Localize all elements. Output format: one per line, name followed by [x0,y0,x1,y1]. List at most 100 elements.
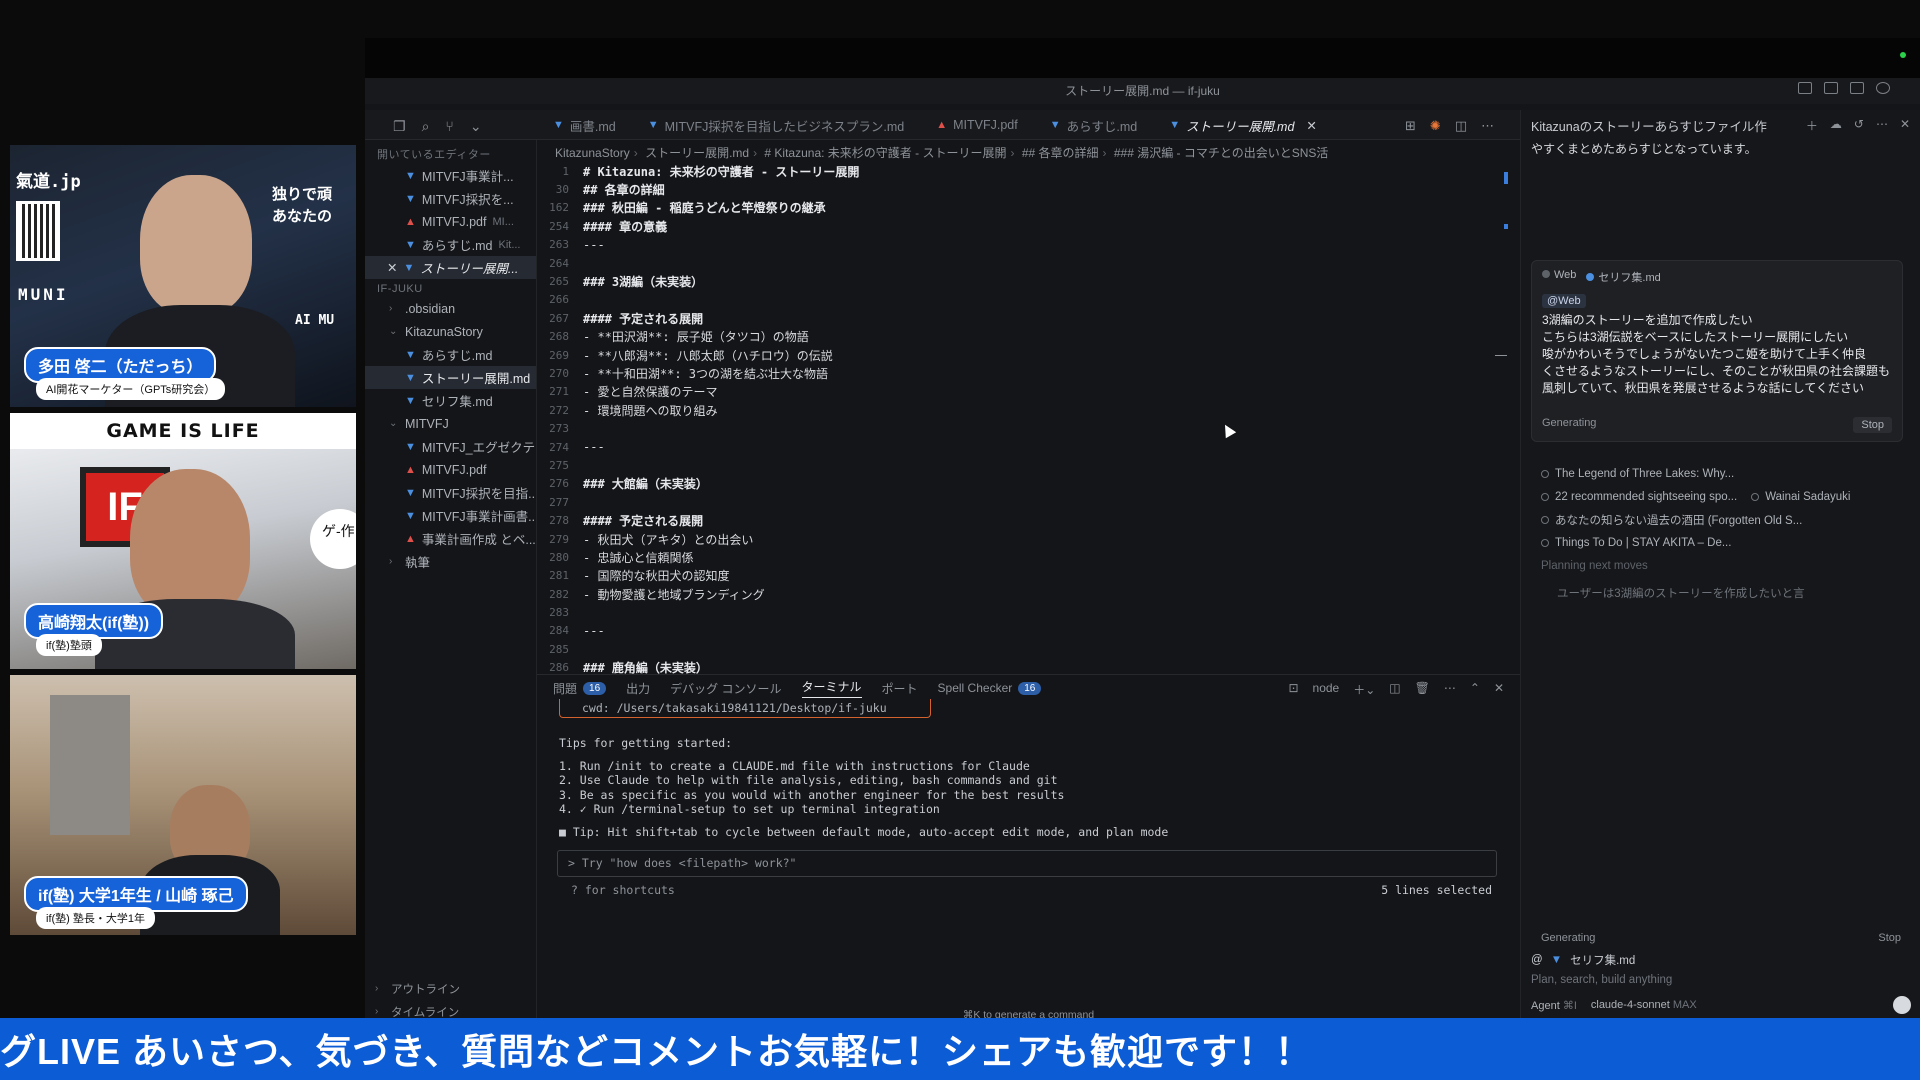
new-chat-icon[interactable]: ＋ [1806,117,1818,134]
more-icon[interactable]: ⋯ [1444,681,1456,698]
agent-mode-select[interactable]: Agent ⌘I [1531,999,1577,1012]
close-icon[interactable]: ✕ [1900,117,1910,134]
code-line[interactable]: 282 - 動物愛護と地域ブランディング [537,585,1520,603]
tree-file[interactable]: ▲ MITVFJ.pdf [365,458,536,481]
panel-tab-output[interactable]: 出力 [626,680,650,697]
code-line[interactable]: 270 - **十和田湖**: 3つの湖を結ぶ壮大な物語 [537,364,1520,382]
web-result[interactable]: あなたの知らない過去の酒田 (Forgotten Old S... [1541,508,1911,531]
tree-folder[interactable]: › 執筆 [365,550,536,573]
stop-button[interactable]: Stop [1853,417,1892,433]
search-icon[interactable]: ⌕ [422,118,430,135]
open-preview-icon[interactable]: ⊞ [1405,118,1416,134]
tab-arasuji[interactable]: ▼ あらすじ.md [1034,110,1153,140]
settings-icon[interactable] [1876,82,1890,94]
stop-button[interactable]: Stop [1878,932,1901,944]
code-line[interactable]: 162 ### 秋田編 - 稲庭うどんと竿燈祭りの継承 [537,199,1520,217]
tab-mitvfj-pdf[interactable]: ▲ MITVFJ.pdf [920,110,1033,140]
code-line[interactable]: 272 - 環境問題への取り組み [537,401,1520,419]
code-line[interactable]: 265 ### 3湖編（未実装） [537,272,1520,290]
context-file[interactable]: セリフ集.md [1570,952,1635,968]
panel-tab-ports[interactable]: ポート [882,680,918,697]
code-line[interactable]: 285 [537,640,1520,658]
terminal-icon[interactable]: ⊡ [1288,681,1298,698]
toggle-panel-icon[interactable] [1824,82,1838,94]
open-editors-header[interactable]: 開いているエディター [365,144,536,164]
code-line[interactable]: 269 - **八郎潟**: 八郎太郎（ハチロウ）の伝説 [537,346,1520,364]
tree-folder[interactable]: › .obsidian [365,297,536,320]
tree-file[interactable]: ▼ MITVFJ_エグゼクテ... [365,435,536,458]
breadcrumb-item[interactable]: ストーリー展開.md [645,146,749,160]
source-control-icon[interactable]: ⑂ [445,118,453,135]
chat-title[interactable]: Kitazunaのストーリーあらすじファイル作 [1531,116,1767,135]
breadcrumb-item[interactable]: ## 各章の詳細 [1022,146,1099,160]
scrollbar-markers[interactable] [1504,162,1508,672]
breadcrumb-item[interactable]: # Kitazuna: 未来杉の守護者 - ストーリー展開 [764,146,1006,160]
code-line[interactable]: 266 [537,291,1520,309]
close-icon[interactable]: ✕ [1494,681,1504,698]
code-line[interactable]: 1 # Kitazuna: 未来杉の守護者 - ストーリー展開 [537,162,1520,180]
breadcrumb-item[interactable]: KitazunaStory [555,146,630,160]
more-icon[interactable]: ⋯ [1876,117,1888,134]
code-line[interactable]: 271 - 愛と自然保護のテーマ [537,383,1520,401]
panel-tab-problems[interactable]: 問題 16 [553,680,607,697]
code-line[interactable]: 274 --- [537,438,1520,456]
breadcrumb-item[interactable]: ### 湯沢編 - コマチとの出会いとSNS活 [1114,146,1329,160]
tree-file[interactable]: ▼ セリフ集.md [365,389,536,412]
explorer-icon[interactable]: ❐ [393,118,406,135]
close-icon[interactable]: ✕ [1306,118,1316,133]
tree-folder[interactable]: ⌄ KitazunaStory [365,320,536,343]
web-result[interactable]: Things To Do | STAY AKITA – De... [1541,531,1911,554]
code-line[interactable]: 268 - **田沢湖**: 辰子姫（タツコ）の物語 [537,328,1520,346]
web-result[interactable]: 22 recommended sightseeing spo... Wainai … [1541,485,1911,508]
tree-file[interactable]: ▼ MITVFJ採択を目指... [365,481,536,504]
code-line[interactable]: 279 - 秋田犬（アキタ）との出会い [537,530,1520,548]
open-editor-item-active[interactable]: ✕ ▼ ストーリー展開... [365,256,536,279]
toggle-secondary-sidebar-icon[interactable] [1850,82,1864,94]
code-line[interactable]: 281 - 国際的な秋田犬の認知度 [537,567,1520,585]
tab-kikakusho[interactable]: ▼ 画書.md [537,110,632,140]
user-message[interactable]: Web セリフ集.md @Web 3湖編のストーリーを追加で作成したい こちらは… [1531,260,1903,442]
send-button[interactable] [1893,996,1911,1014]
trash-icon[interactable]: 🗑 [1415,681,1430,698]
code-line[interactable]: 280 - 忠誠心と信頼関係 [537,548,1520,566]
cloud-icon[interactable]: ☁ [1830,117,1842,134]
tree-file[interactable]: ▲ 事業計画作成 とベ... [365,527,536,550]
terminal-output[interactable]: cwd: /Users/takasaki19841121/Desktop/if-… [559,699,1499,840]
claude-icon[interactable]: ✺ [1430,118,1441,134]
tab-story[interactable]: ▼ ストーリー展開.md ✕ [1153,110,1333,140]
tree-file-selected[interactable]: ▼ ストーリー展開.md [365,366,536,389]
code-line[interactable]: 264 [537,254,1520,272]
code-line[interactable]: 276 ### 大館編（未実装） [537,475,1520,493]
code-line[interactable]: 283 [537,603,1520,621]
split-editor-icon[interactable]: ◫ [1455,118,1467,134]
maximize-icon[interactable]: ⌃ [1470,681,1480,698]
code-line[interactable]: 267 #### 予定される展開 [537,309,1520,327]
panel-tab-debug[interactable]: デバッグ コンソール [670,680,781,697]
add-terminal-icon[interactable]: ＋⌄ [1353,681,1375,698]
tree-file[interactable]: ▼ あらすじ.md [365,343,536,366]
open-editor-item[interactable]: ▼ MITVFJ事業計... [365,164,536,187]
panel-tab-terminal[interactable]: ターミナル [801,678,862,698]
chevron-down-icon[interactable]: ⌄ [470,118,482,135]
tree-file[interactable]: ▼ MITVFJ事業計画書... [365,504,536,527]
panel-tab-spell[interactable]: Spell Checker 16 [938,681,1042,695]
code-line[interactable]: 263 --- [537,236,1520,254]
tab-business-plan[interactable]: ▼ MITVFJ採択を目指したビジネスプラン.md [632,110,920,140]
tree-folder[interactable]: ⌄ MITVFJ [365,412,536,435]
more-icon[interactable]: ⋯ [1481,118,1494,134]
open-editor-item[interactable]: ▲ MITVFJ.pdf MI... [365,210,536,233]
composer-input[interactable]: Plan, search, build anything [1531,970,1911,992]
code-editor[interactable]: 1 # Kitazuna: 未来杉の守護者 - ストーリー展開 30 ## 各章の詳細… [537,162,1520,676]
at-icon[interactable]: @ [1531,954,1543,966]
code-line[interactable]: 278 #### 予定される展開 [537,511,1520,529]
history-icon[interactable]: ↺ [1854,117,1864,134]
model-select[interactable]: claude-4-sonnet MAX [1591,999,1697,1011]
context-chip-file[interactable]: セリフ集.md [1586,269,1661,285]
code-line[interactable]: 275 [537,456,1520,474]
open-editor-item[interactable]: ▼ MITVFJ採択を... [365,187,536,210]
open-editor-item[interactable]: ▼ あらすじ.md Kit... [365,233,536,256]
terminal-prompt-input[interactable]: > Try "how does <filepath> work?" [557,850,1497,877]
close-icon[interactable]: ✕ [387,260,397,275]
workspace-header[interactable]: IF-JUKU [365,281,536,297]
code-line[interactable]: 30 ## 各章の詳細 [537,180,1520,198]
